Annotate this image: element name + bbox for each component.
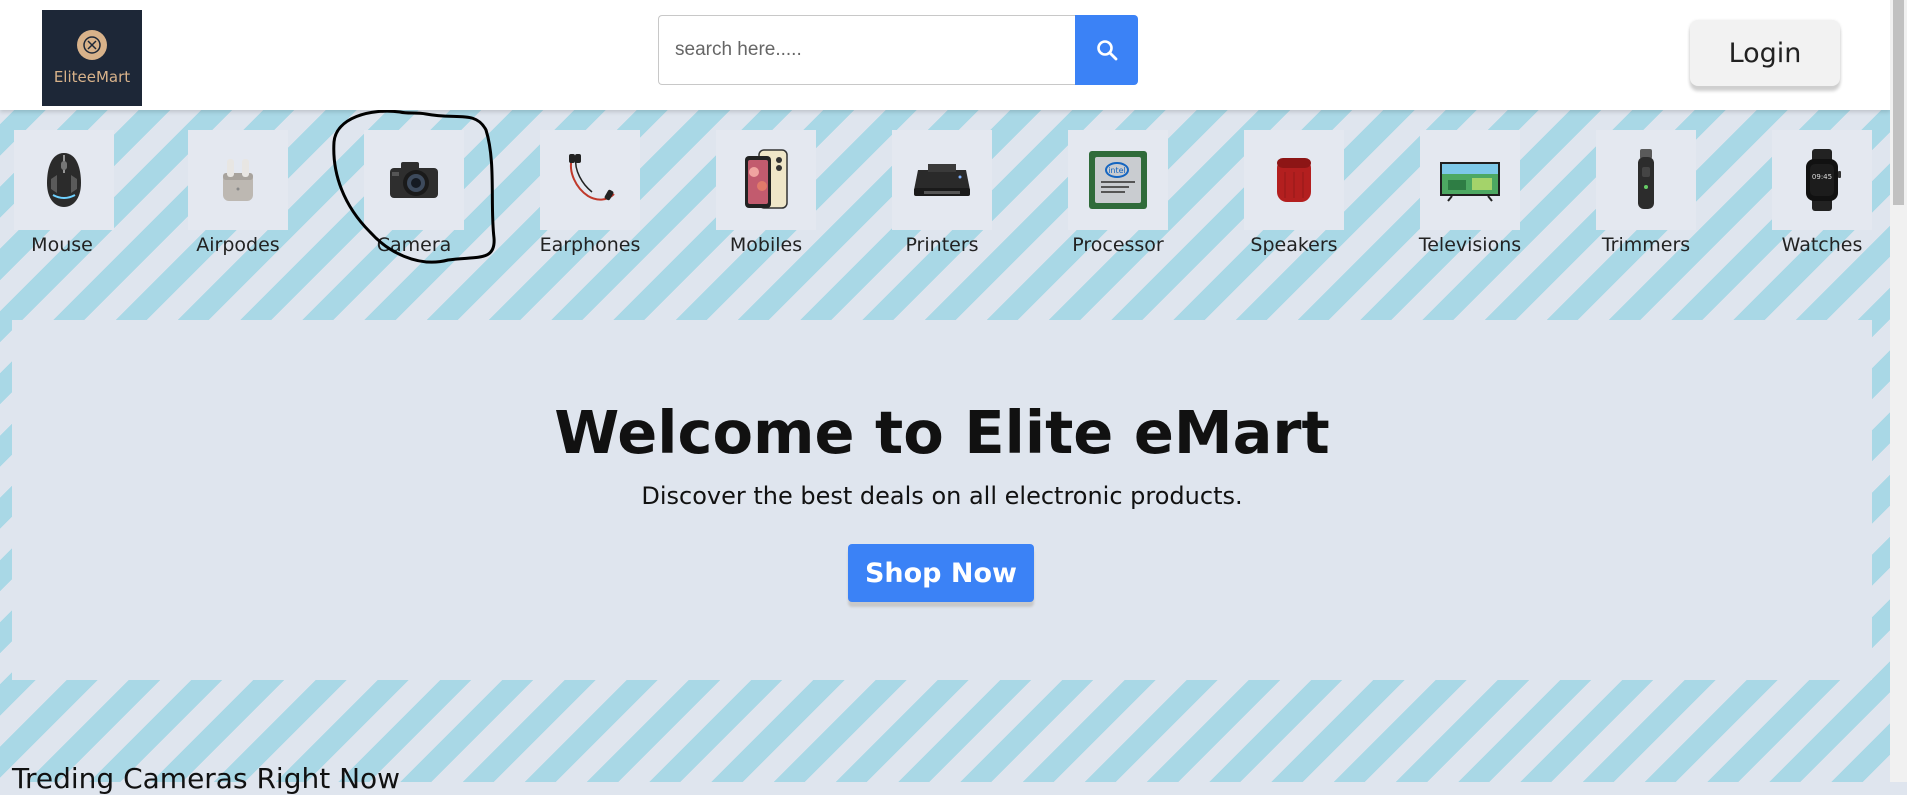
category-label: Airpodes: [196, 234, 280, 256]
category-item-earphones[interactable]: Earphones: [528, 130, 688, 260]
category-item-printers[interactable]: Printers: [880, 130, 1040, 260]
logo-text: EliteeMart: [53, 68, 131, 86]
category-label: Mobiles: [729, 234, 803, 256]
search-button[interactable]: [1075, 15, 1138, 85]
category-item-processor[interactable]: intel Processor: [1056, 130, 1216, 260]
category-label: Televisions: [1418, 234, 1522, 256]
vertical-scrollbar[interactable]: [1890, 0, 1907, 782]
printer-icon: [892, 130, 992, 230]
page-background: EliteeMart Login: [0, 0, 1890, 795]
category-label: Earphones: [539, 234, 641, 256]
speaker-icon: [1244, 130, 1344, 230]
category-item-watches[interactable]: 09:45 Watches: [1760, 130, 1907, 260]
processor-icon: intel: [1068, 130, 1168, 230]
svg-text:09:45: 09:45: [1812, 173, 1832, 181]
airpods-icon: [188, 130, 288, 230]
hero-subtitle: Discover the best deals on all electroni…: [641, 482, 1243, 510]
category-label: Printers: [905, 234, 979, 256]
scrollbar-thumb[interactable]: [1893, 0, 1904, 205]
earphones-icon: [540, 130, 640, 230]
category-label: Watches: [1781, 234, 1863, 256]
category-item-mouse[interactable]: Mouse: [0, 130, 160, 260]
shop-now-button[interactable]: Shop Now: [848, 544, 1034, 602]
section-title: Treding Cameras Right Now: [12, 762, 401, 795]
category-item-speakers[interactable]: Speakers: [1232, 130, 1392, 260]
svg-text:intel: intel: [1108, 166, 1126, 175]
category-label: Camera: [376, 234, 452, 256]
mobile-icon: [716, 130, 816, 230]
login-button[interactable]: Login: [1690, 20, 1840, 86]
logo-emblem-icon: [77, 30, 107, 60]
search-input[interactable]: [658, 15, 1075, 85]
hero-banner: Welcome to Elite eMart Discover the best…: [12, 320, 1872, 680]
search-bar: [658, 15, 1138, 85]
category-label: Speakers: [1250, 234, 1338, 256]
hero-title: Welcome to Elite eMart: [554, 398, 1330, 467]
category-item-camera[interactable]: Camera: [352, 130, 512, 260]
category-label: Trimmers: [1601, 234, 1691, 256]
watch-icon: 09:45: [1772, 130, 1872, 230]
search-icon: [1096, 40, 1117, 61]
category-label: Processor: [1072, 234, 1164, 256]
camera-icon: [364, 130, 464, 230]
category-item-televisions[interactable]: Televisions: [1408, 130, 1568, 260]
category-item-mobiles[interactable]: Mobiles: [704, 130, 864, 260]
category-bar: Mouse Airpodes Camera Earphones Mobiles …: [0, 130, 1890, 260]
site-header: EliteeMart Login: [0, 0, 1890, 110]
mouse-icon: [14, 130, 114, 230]
category-item-airpodes[interactable]: Airpodes: [176, 130, 336, 260]
site-logo[interactable]: EliteeMart: [42, 10, 142, 106]
television-icon: [1420, 130, 1520, 230]
category-label: Mouse: [31, 234, 93, 256]
category-item-trimmers[interactable]: Trimmers: [1584, 130, 1744, 260]
trimmer-icon: [1596, 130, 1696, 230]
